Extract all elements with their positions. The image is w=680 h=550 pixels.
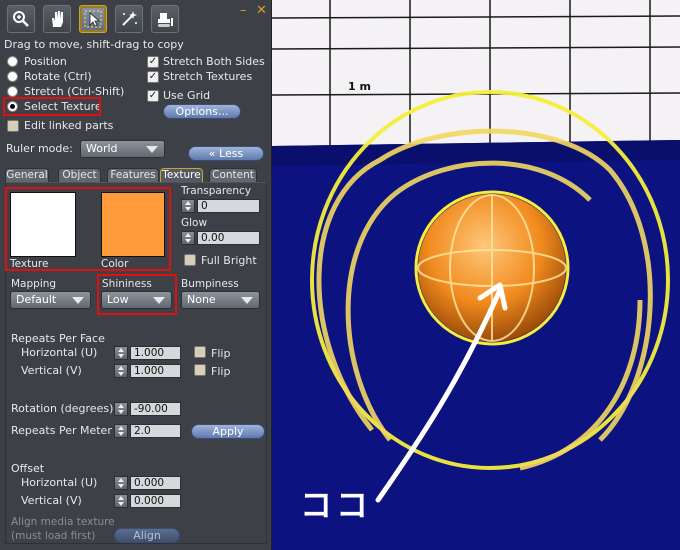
flip-horizontal-checkbox[interactable]	[194, 346, 206, 358]
tab-content[interactable]: Content	[209, 168, 257, 183]
tab-general[interactable]: General	[5, 168, 49, 183]
rotate-radio[interactable]	[7, 71, 18, 82]
chevron-down-icon	[72, 297, 84, 304]
texture-swatch[interactable]	[10, 192, 76, 257]
flip-horizontal-label: Flip	[211, 347, 231, 360]
shininess-value: Low	[107, 293, 129, 306]
rotation-spinner[interactable]	[114, 402, 128, 416]
transparency-label: Transparency	[181, 185, 252, 197]
glow-field[interactable]: 0.00	[197, 231, 260, 245]
bumpiness-label: Bumpiness	[181, 278, 239, 290]
repeats-per-meter-label: Repeats Per Meter	[11, 424, 112, 437]
stretch-textures-label: Stretch Textures	[163, 70, 253, 83]
offset-vertical-spinner[interactable]	[114, 494, 128, 508]
shininess-label: Shininess	[102, 278, 152, 290]
repeats-per-meter-spinner[interactable]	[114, 424, 128, 438]
mapping-value: Default	[16, 293, 57, 306]
vertical-spinner[interactable]	[114, 364, 128, 378]
magnifier-icon	[13, 11, 29, 27]
stretch-radio[interactable]	[7, 86, 18, 97]
ruler-mode-value: World	[86, 142, 118, 155]
focus-tool-button[interactable]	[7, 5, 35, 33]
offset-vertical-field[interactable]: 0.000	[130, 494, 181, 508]
flip-vertical-label: Flip	[211, 365, 231, 378]
close-button[interactable]: ✕	[256, 3, 267, 18]
rotation-label: Rotation (degrees)	[11, 402, 114, 415]
use-grid-label: Use Grid	[163, 89, 211, 102]
vertical-field[interactable]: 1.000	[130, 364, 181, 378]
chevron-down-icon	[153, 297, 165, 304]
create-tool-button[interactable]	[115, 5, 143, 33]
transparency-spinner[interactable]	[181, 199, 195, 213]
texture-swatch-label: Texture	[10, 258, 49, 270]
transparency-field[interactable]: 0	[197, 199, 260, 213]
position-radio[interactable]	[7, 56, 18, 67]
stretch-both-sides-checkbox[interactable]: ✓	[147, 56, 159, 68]
rotate-label: Rotate (Ctrl)	[24, 70, 92, 83]
edit-linked-checkbox[interactable]	[7, 120, 19, 132]
bumpiness-dropdown[interactable]: None	[181, 291, 260, 309]
offset-vertical-label: Vertical (V)	[21, 494, 82, 507]
shininess-dropdown[interactable]: Low	[101, 291, 172, 309]
glow-label: Glow	[181, 217, 208, 229]
tab-features[interactable]: Features	[107, 168, 159, 183]
tab-object[interactable]: Object	[58, 168, 101, 183]
align-media-label: Align media texture	[11, 516, 115, 528]
land-tool-button[interactable]	[151, 5, 179, 33]
align-media-sublabel: (must load first)	[11, 530, 96, 542]
color-swatch-label: Color	[101, 258, 129, 270]
mapping-dropdown[interactable]: Default	[10, 291, 91, 309]
stretch-textures-checkbox[interactable]: ✓	[147, 71, 159, 83]
hand-icon	[52, 11, 63, 27]
ruler-length-label: 1 m	[348, 80, 371, 93]
horizontal-spinner[interactable]	[114, 346, 128, 360]
position-label: Position	[24, 55, 67, 68]
bulldozer-icon	[158, 13, 173, 27]
horizontal-label: Horizontal (U)	[21, 346, 98, 359]
ruler-mode-dropdown[interactable]: World	[80, 140, 165, 158]
build-tool-button[interactable]	[79, 5, 107, 33]
offset-horizontal-label: Horizontal (U)	[21, 476, 98, 489]
select-texture-highlight	[3, 97, 101, 116]
use-grid-checkbox[interactable]: ✓	[147, 90, 159, 102]
repeats-per-meter-field[interactable]: 2.0	[130, 424, 181, 438]
mapping-label: Mapping	[11, 278, 57, 290]
stretch-both-sides-label: Stretch Both Sides	[163, 55, 265, 68]
chevron-down-icon	[241, 297, 253, 304]
wand-icon	[122, 11, 137, 26]
rotation-field[interactable]: -90.00	[130, 402, 181, 416]
flip-vertical-checkbox[interactable]	[194, 364, 206, 376]
apply-button[interactable]: Apply	[191, 424, 265, 439]
align-button[interactable]: Align	[114, 528, 180, 543]
chevron-down-icon	[146, 146, 158, 153]
tab-texture[interactable]: Texture	[160, 168, 203, 183]
full-bright-label: Full Bright	[201, 254, 257, 267]
edit-linked-label: Edit linked parts	[24, 119, 114, 132]
offset-heading: Offset	[11, 462, 45, 475]
full-bright-checkbox[interactable]	[184, 254, 196, 266]
color-swatch[interactable]	[101, 192, 165, 257]
bumpiness-value: None	[187, 293, 216, 306]
cursor-icon	[84, 10, 102, 28]
glow-spinner[interactable]	[181, 231, 195, 245]
handwritten-annotation: ココ	[300, 486, 373, 524]
minimize-button[interactable]: –	[240, 3, 247, 18]
ruler-mode-label: Ruler mode:	[6, 142, 73, 155]
repeats-per-face-heading: Repeats Per Face	[11, 332, 105, 345]
offset-horizontal-spinner[interactable]	[114, 476, 128, 490]
vertical-label: Vertical (V)	[21, 364, 82, 377]
drag-hint: Drag to move, shift-drag to copy	[4, 38, 184, 51]
offset-horizontal-field[interactable]: 0.000	[130, 476, 181, 490]
horizontal-field[interactable]: 1.000	[130, 346, 181, 360]
build-tools-floater: – ✕ Drag to move, shift-drag to copy Pos…	[0, 0, 272, 550]
options-button[interactable]: Options...	[163, 104, 241, 119]
less-button[interactable]: « Less	[188, 146, 264, 161]
grab-tool-button[interactable]	[43, 5, 71, 33]
